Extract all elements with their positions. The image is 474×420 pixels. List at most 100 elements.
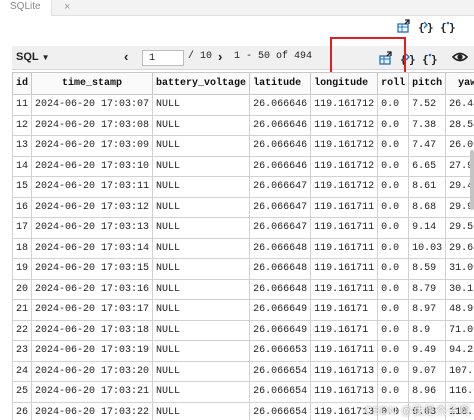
table-cell[interactable]: 119.161711 — [310, 237, 379, 259]
table-cell[interactable]: 22 — [12, 319, 33, 341]
table-cell[interactable]: 0.0 — [377, 258, 410, 280]
table-cell[interactable]: 0.0 — [377, 94, 410, 116]
table-cell[interactable]: 2024-06-20 17:03:21 — [31, 381, 154, 403]
table-cell[interactable]: 2024-06-20 17:03:11 — [31, 176, 154, 198]
table-row[interactable]: 22 2024-06-20 17:03:18 NULL 26.066649 119.16… — [12, 319, 474, 341]
table-cell[interactable]: 8.61 — [408, 176, 447, 198]
table-cell[interactable]: NULL — [152, 340, 251, 362]
table-cell[interactable]: 31.09 — [445, 258, 474, 280]
table-cell[interactable]: NULL — [152, 135, 251, 157]
table-cell[interactable]: 26.066646 — [249, 135, 312, 157]
table-row[interactable]: 18 2024-06-20 17:03:14 NULL 26.066648 119.16… — [12, 237, 474, 259]
table-cell[interactable]: 0.0 — [377, 196, 410, 218]
table-cell[interactable]: 119.161711 — [310, 217, 379, 239]
table-cell[interactable]: 26.066648 — [249, 258, 312, 280]
table-cell[interactable]: 48.99 — [445, 299, 474, 321]
table-row[interactable]: 15 2024-06-20 17:03:11 NULL 26.066647 119.16… — [12, 176, 474, 198]
close-icon[interactable]: × — [64, 1, 70, 13]
table-cell[interactable]: 2024-06-20 17:03:18 — [31, 319, 154, 341]
table-cell[interactable]: 26.066654 — [249, 360, 312, 382]
table-cell[interactable]: 26.066649 — [249, 319, 312, 341]
table-cell[interactable]: 26.066646 — [249, 94, 312, 116]
table-cell[interactable]: 0.0 — [377, 360, 410, 382]
eye-icon[interactable] — [452, 49, 468, 65]
sql-mode-dropdown[interactable]: SQL ▼ — [16, 51, 50, 63]
table-cell[interactable]: 2024-06-20 17:03:17 — [31, 299, 154, 321]
table-cell[interactable]: 2024-06-20 17:03:16 — [31, 278, 154, 300]
table-cell[interactable]: 119.16171 — [310, 299, 379, 321]
export-table-icon[interactable] — [396, 18, 412, 34]
table-cell[interactable]: 19 — [12, 258, 33, 280]
next-page-button[interactable]: › — [218, 49, 222, 64]
table-cell[interactable]: 2024-06-20 17:03:10 — [31, 155, 154, 177]
table-cell[interactable]: 29.64 — [445, 237, 474, 259]
table-cell[interactable]: 0.0 — [377, 319, 410, 341]
table-cell[interactable]: 0.0 — [377, 278, 410, 300]
table-cell[interactable]: 26.066653 — [249, 340, 312, 362]
table-cell[interactable]: 9.14 — [408, 217, 447, 239]
table-cell[interactable]: 0.0 — [377, 155, 410, 177]
table-cell[interactable]: 119.161712 — [310, 155, 379, 177]
table-cell[interactable]: 119.161712 — [310, 176, 379, 198]
prev-page-button[interactable]: ‹ — [124, 49, 128, 64]
table-cell[interactable]: 0.0 — [377, 114, 410, 136]
table-cell[interactable]: 15 — [12, 176, 33, 198]
table-cell[interactable]: 26 — [12, 401, 33, 420]
column-header[interactable]: latitude — [249, 72, 312, 95]
table-cell[interactable]: 18 — [12, 237, 33, 259]
table-cell[interactable]: 71.06 — [445, 319, 474, 341]
table-cell[interactable]: NULL — [152, 258, 251, 280]
table-cell[interactable]: 13 — [12, 135, 33, 157]
table-cell[interactable]: NULL — [152, 176, 251, 198]
table-cell[interactable]: NULL — [152, 114, 251, 136]
table-cell[interactable]: NULL — [152, 196, 251, 218]
table-row[interactable]: 21 2024-06-20 17:03:17 NULL 26.066649 119.16… — [12, 299, 474, 321]
table-cell[interactable]: 25 — [12, 381, 33, 403]
table-cell[interactable]: 2024-06-20 17:03:22 — [31, 401, 154, 420]
table-cell[interactable]: 10.03 — [408, 237, 447, 259]
table-cell[interactable]: 7.38 — [408, 114, 447, 136]
table-row[interactable]: 23 2024-06-20 17:03:19 NULL 26.066653 119.16… — [12, 340, 474, 362]
table-cell[interactable]: NULL — [152, 319, 251, 341]
table-cell[interactable]: 94.2 — [445, 340, 474, 362]
table-cell[interactable]: 28.54 — [445, 114, 474, 136]
table-cell[interactable]: 26.44 — [445, 94, 474, 116]
table-row[interactable]: 11 2024-06-20 17:03:07 NULL 26.066646 119.16… — [12, 94, 474, 116]
table-cell[interactable]: 26.066648 — [249, 237, 312, 259]
export-table-icon[interactable] — [378, 50, 394, 66]
table-cell[interactable]: NULL — [152, 217, 251, 239]
column-header[interactable]: pitch — [408, 72, 447, 95]
table-cell[interactable]: 2024-06-20 17:03:07 — [31, 94, 154, 116]
table-cell[interactable]: 107.75 — [445, 360, 474, 382]
table-row[interactable]: 24 2024-06-20 17:03:20 NULL 26.066654 119.16… — [12, 360, 474, 382]
json-braces-icon[interactable]: {} — [422, 50, 438, 66]
table-cell[interactable]: 8.68 — [408, 196, 447, 218]
table-cell[interactable]: 9.07 — [408, 360, 447, 382]
table-cell[interactable]: 12 — [12, 114, 33, 136]
table-cell[interactable]: 8.9 — [408, 319, 447, 341]
table-cell[interactable]: 119.161711 — [310, 340, 379, 362]
table-cell[interactable]: 119.161711 — [310, 258, 379, 280]
table-cell[interactable]: 8.97 — [408, 299, 447, 321]
table-cell[interactable]: NULL — [152, 278, 251, 300]
table-cell[interactable]: 16 — [12, 196, 33, 218]
table-cell[interactable]: 6.65 — [408, 155, 447, 177]
table-cell[interactable]: 26.066654 — [249, 401, 312, 420]
table-cell[interactable]: 20 — [12, 278, 33, 300]
page-input[interactable] — [142, 50, 184, 66]
table-row[interactable]: 12 2024-06-20 17:03:08 NULL 26.066646 119.16… — [12, 114, 474, 136]
table-cell[interactable]: 7.47 — [408, 135, 447, 157]
table-cell[interactable]: 2024-06-20 17:03:12 — [31, 196, 154, 218]
table-cell[interactable]: 26.066649 — [249, 299, 312, 321]
column-header[interactable]: battery_voltage — [152, 72, 251, 95]
table-cell[interactable]: 2024-06-20 17:03:09 — [31, 135, 154, 157]
table-cell[interactable]: 2024-06-20 17:03:20 — [31, 360, 154, 382]
column-header[interactable]: time_stamp — [31, 72, 154, 95]
table-cell[interactable]: 0.0 — [377, 135, 410, 157]
table-row[interactable]: 19 2024-06-20 17:03:15 NULL 26.066648 119.16… — [12, 258, 474, 280]
table-cell[interactable]: 119.161712 — [310, 114, 379, 136]
column-header[interactable]: id — [12, 72, 33, 95]
table-cell[interactable]: 8.59 — [408, 258, 447, 280]
table-cell[interactable]: 9.49 — [408, 340, 447, 362]
table-cell[interactable]: 8.79 — [408, 278, 447, 300]
